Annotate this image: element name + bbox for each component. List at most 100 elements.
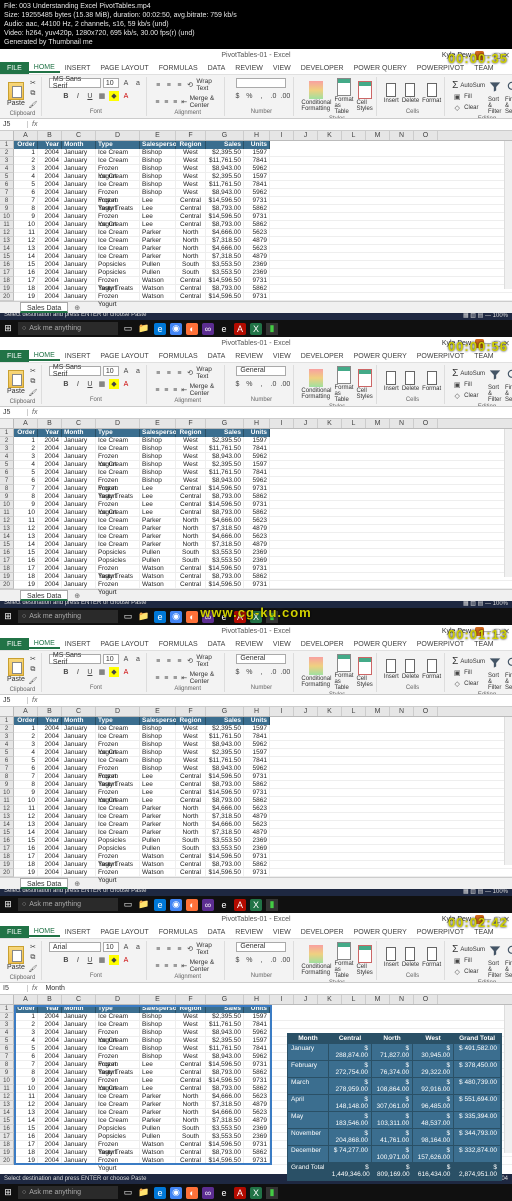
indent-dec-icon[interactable]: ⇤ xyxy=(181,961,188,971)
grow-font-icon[interactable]: A xyxy=(121,366,131,376)
vs-icon[interactable]: ∞ xyxy=(202,899,214,911)
firefox-icon[interactable]: ◐ xyxy=(186,1187,198,1199)
cmd-icon[interactable]: ▮ xyxy=(266,1187,278,1199)
chrome-icon[interactable]: ◉ xyxy=(170,1187,182,1199)
comma-icon[interactable]: , xyxy=(256,667,266,677)
fx-icon[interactable]: fx xyxy=(28,121,41,128)
col-D[interactable]: D xyxy=(96,995,140,1004)
format-as-table-button[interactable]: Format as Table xyxy=(334,78,353,115)
table-row[interactable]: 92004JanuaryFrozen YogurtLeeCentral$14,5… xyxy=(14,213,512,221)
tab-view[interactable]: VIEW xyxy=(268,641,296,648)
format-cells-button[interactable]: Format xyxy=(422,659,441,680)
row-12[interactable]: 12 xyxy=(0,805,14,813)
row-18[interactable]: 18 xyxy=(0,565,14,573)
name-box[interactable]: J5 xyxy=(0,409,28,416)
table-row[interactable]: 132004JanuaryIce CreamParkerNorth$4,666.… xyxy=(14,533,512,541)
vs-icon[interactable]: ∞ xyxy=(202,323,214,335)
row-16[interactable]: 16 xyxy=(0,1125,14,1133)
comma-icon[interactable]: , xyxy=(256,379,266,389)
table-row[interactable]: 92004JanuaryFrozen YogurtLeeCentral$14,5… xyxy=(14,789,512,797)
row-16[interactable]: 16 xyxy=(0,837,14,845)
tab-formulas[interactable]: FORMULAS xyxy=(154,353,203,360)
row-8[interactable]: 8 xyxy=(0,485,14,493)
tab-view[interactable]: VIEW xyxy=(268,65,296,72)
col-B[interactable]: B xyxy=(38,131,62,140)
table-header[interactable]: Salesperson xyxy=(140,717,176,725)
copy-icon[interactable]: ⧉ xyxy=(28,953,38,963)
align-top-icon[interactable]: ≡ xyxy=(154,368,163,378)
clear-button[interactable]: ◇Clear xyxy=(452,679,485,689)
table-row[interactable]: 22004JanuaryIce CreamBishopWest$11,761.5… xyxy=(14,445,512,453)
row-15[interactable]: 15 xyxy=(0,1117,14,1125)
col-M[interactable]: M xyxy=(366,419,390,428)
indent-dec-icon[interactable]: ⇤ xyxy=(181,673,188,683)
merge-center-button[interactable]: Merge & Center xyxy=(190,383,222,397)
underline-icon[interactable]: U xyxy=(85,955,95,965)
row-9[interactable]: 9 xyxy=(0,493,14,501)
excel-icon[interactable]: X xyxy=(250,323,262,335)
clear-button[interactable]: ◇Clear xyxy=(452,103,485,113)
tab-power-query[interactable]: POWER QUERY xyxy=(349,641,412,648)
table-row[interactable]: 22004JanuaryIce CreamBishopWest$11,761.5… xyxy=(14,1021,512,1029)
fill-color-icon[interactable]: ◆ xyxy=(109,667,119,677)
row-12[interactable]: 12 xyxy=(0,1093,14,1101)
percent-icon[interactable]: % xyxy=(244,667,254,677)
table-row[interactable]: 182004JanuaryTasty TreatsWatsonCentral$8… xyxy=(14,573,512,581)
find-select-button[interactable]: Find & Select xyxy=(505,654,512,691)
italic-icon[interactable]: I xyxy=(73,955,83,965)
row-3[interactable]: 3 xyxy=(0,157,14,165)
tab-power-query[interactable]: POWER QUERY xyxy=(349,65,412,72)
task-view-icon[interactable]: ▭ xyxy=(122,611,134,623)
col-E[interactable]: E xyxy=(140,419,176,428)
row-2[interactable]: 2 xyxy=(0,437,14,445)
name-box[interactable]: I5 xyxy=(0,985,28,992)
align-top-icon[interactable]: ≡ xyxy=(154,656,163,666)
border-icon[interactable]: ▦ xyxy=(97,955,107,965)
row-14[interactable]: 14 xyxy=(0,1109,14,1117)
col-G[interactable]: G xyxy=(206,419,244,428)
autosum-button[interactable]: ΣAutoSum xyxy=(452,368,485,379)
col-F[interactable]: F xyxy=(176,419,206,428)
dec-decimal-icon[interactable]: .00 xyxy=(280,955,290,965)
task-view-icon[interactable]: ▭ xyxy=(122,323,134,335)
add-sheet-button[interactable]: ⊕ xyxy=(74,304,80,312)
format-cells-button[interactable]: Format xyxy=(422,371,441,392)
table-row[interactable]: 152004JanuaryPopsiclesPullenSouth$3,553.… xyxy=(14,837,512,845)
col-F[interactable]: F xyxy=(176,995,206,1004)
align-left-icon[interactable]: ≡ xyxy=(154,385,161,395)
row-19[interactable]: 19 xyxy=(0,861,14,869)
task-view-icon[interactable]: ▭ xyxy=(122,899,134,911)
col-J[interactable]: J xyxy=(294,131,318,140)
table-row[interactable]: 42004JanuaryIce CreamBishopWest$2,395.50… xyxy=(14,173,512,181)
insert-cells-button[interactable]: Insert xyxy=(384,371,399,392)
fill-color-icon[interactable]: ◆ xyxy=(109,955,119,965)
tab-page-layout[interactable]: PAGE LAYOUT xyxy=(95,929,153,936)
col-G[interactable]: G xyxy=(206,131,244,140)
table-row[interactable]: 112004JanuaryIce CreamParkerNorth$4,666.… xyxy=(14,805,512,813)
table-row[interactable]: 132004JanuaryIce CreamParkerNorth$4,666.… xyxy=(14,245,512,253)
col-N[interactable]: N xyxy=(390,419,414,428)
row-6[interactable]: 6 xyxy=(0,757,14,765)
explorer-icon[interactable]: 📁 xyxy=(138,899,150,911)
font-size-select[interactable]: 10 xyxy=(103,366,119,376)
tab-developer[interactable]: DEVELOPER xyxy=(296,641,349,648)
comma-icon[interactable]: , xyxy=(256,91,266,101)
row-8[interactable]: 8 xyxy=(0,197,14,205)
fill-button[interactable]: ▣Fill xyxy=(452,956,485,966)
tab-home[interactable]: HOME xyxy=(29,352,60,361)
col-B[interactable]: B xyxy=(38,419,62,428)
sheet-tab-sales-data[interactable]: Sales Data xyxy=(20,302,68,313)
conditional-formatting-button[interactable]: Conditional Formatting xyxy=(301,369,331,400)
table-row[interactable]: 162004JanuaryPopsiclesPullenSouth$3,553.… xyxy=(14,845,512,853)
cell-styles-button[interactable]: Cell Styles xyxy=(356,369,372,400)
table-header[interactable]: Order # xyxy=(14,429,38,437)
edge-icon[interactable]: e xyxy=(154,899,166,911)
number-format-select[interactable]: General xyxy=(236,654,286,664)
fill-button[interactable]: ▣Fill xyxy=(452,668,485,678)
align-rgt-icon[interactable]: ≡ xyxy=(172,385,179,395)
delete-cells-button[interactable]: Delete xyxy=(402,83,419,104)
table-header[interactable]: Sales xyxy=(206,717,244,725)
tab-review[interactable]: REVIEW xyxy=(230,641,268,648)
table-row[interactable]: 112004JanuaryIce CreamParkerNorth$4,666.… xyxy=(14,229,512,237)
cut-icon[interactable]: ✂ xyxy=(28,654,38,664)
